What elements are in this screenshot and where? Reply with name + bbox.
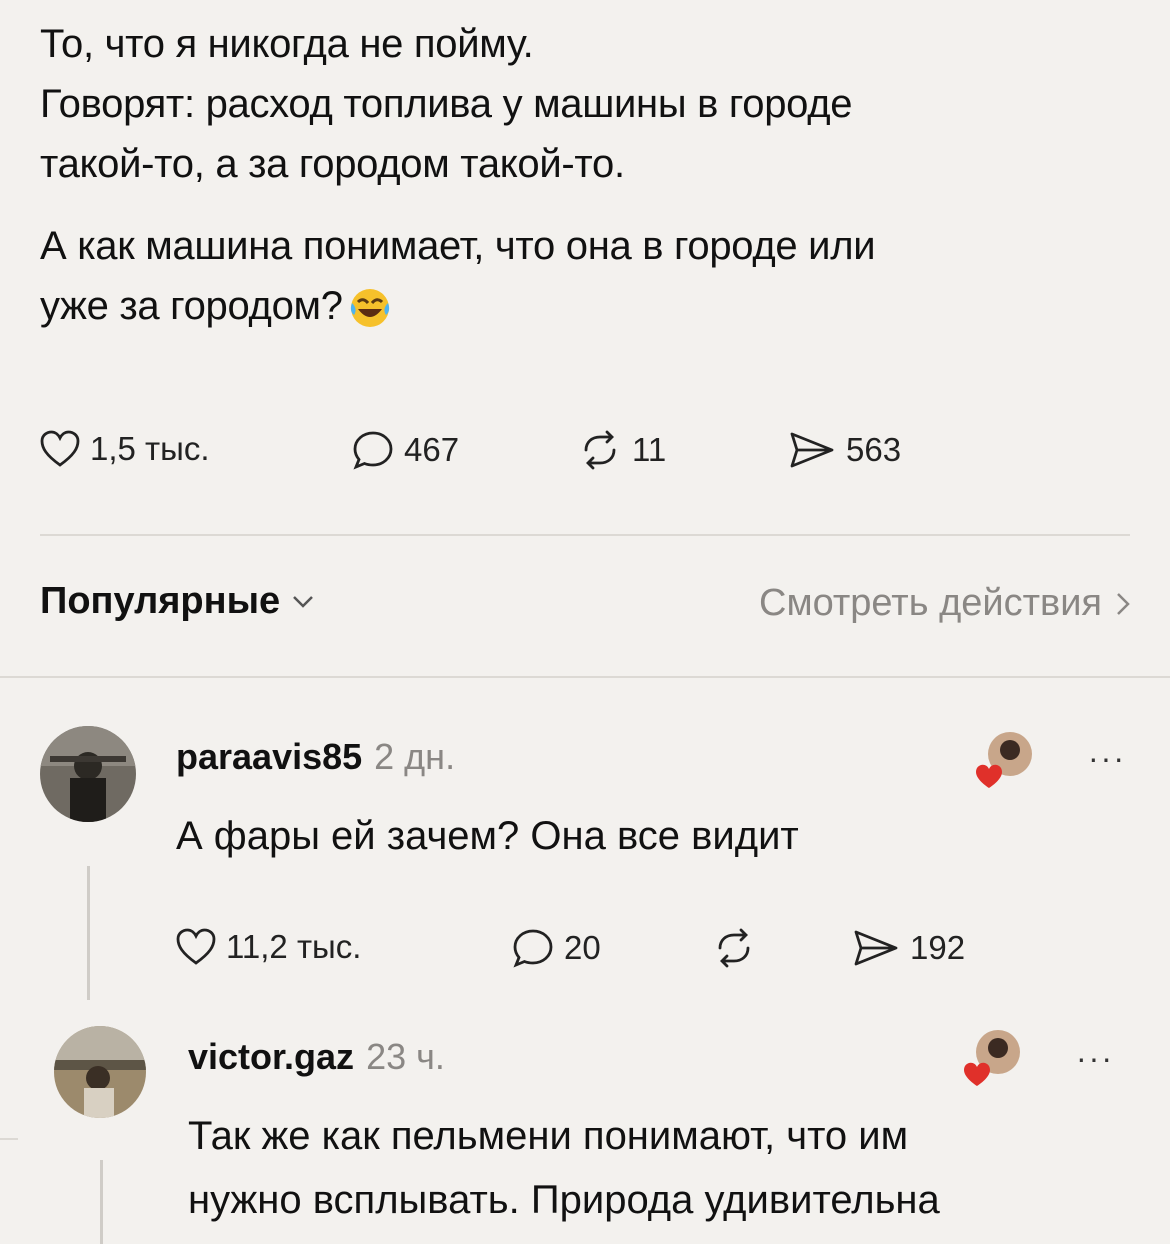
comment-1-like-count: 11,2 тыс. <box>226 928 362 965</box>
post-line-5: уже за городом? <box>40 276 1140 336</box>
thread-line <box>87 866 90 1000</box>
post-line-4: А как машина понимает, что она в городе … <box>40 224 876 268</box>
avatar[interactable] <box>54 1026 146 1118</box>
post-line-3: такой-то, а за городом такой-то. <box>40 142 625 186</box>
repost-icon <box>718 928 750 968</box>
comment-1-username[interactable]: paraavis85 <box>176 736 362 777</box>
laughing-emoji-icon <box>350 289 389 328</box>
author-avatar-heart-icon <box>964 1030 1020 1086</box>
comment-1-time: 2 дн. <box>374 736 456 777</box>
comment-2-username[interactable]: victor.gaz <box>188 1036 354 1077</box>
comment-1-like-button[interactable]: 11,2 тыс. <box>176 928 361 966</box>
divider <box>0 1138 18 1140</box>
more-options-button[interactable]: ··· <box>1076 1040 1114 1077</box>
heart-icon <box>40 430 80 467</box>
avatar[interactable] <box>40 726 136 822</box>
post-text: То, что я никогда не пойму. Говорят: рас… <box>40 14 1140 336</box>
author-avatar-heart-icon <box>976 732 1032 788</box>
share-button[interactable]: 563 <box>788 430 901 470</box>
comment-1-username-line: paraavis85 2 дн. <box>176 736 455 778</box>
avatar-image <box>40 726 136 822</box>
heart-icon <box>176 928 216 965</box>
chevron-right-icon <box>1117 592 1130 615</box>
comment-1-repost-button[interactable] <box>712 928 756 968</box>
divider <box>0 676 1170 678</box>
sort-dropdown[interactable]: Популярные <box>40 580 314 623</box>
post-line-1: То, что я никогда не пойму. <box>40 22 534 66</box>
view-actions-label: Смотреть действия <box>759 582 1102 624</box>
repost-count: 11 <box>632 431 667 468</box>
more-options-button[interactable]: ··· <box>1088 740 1126 777</box>
comment-1-reply-button[interactable]: 20 <box>512 928 601 968</box>
comment-2-text-line-1: Так же как пельмени понимают, что им <box>188 1114 909 1158</box>
repost-button[interactable]: 11 <box>578 430 666 470</box>
divider <box>40 534 1130 536</box>
view-actions-link[interactable]: Смотреть действия <box>759 582 1130 625</box>
send-icon <box>854 930 898 966</box>
comment-bubble-icon <box>353 431 393 470</box>
comment-1-share-count: 192 <box>910 929 966 966</box>
comment-2-username-line: victor.gaz 23 ч. <box>188 1036 445 1078</box>
post-line-2: Говорят: расход топлива у машины в город… <box>40 82 853 126</box>
author-liked-badge <box>972 728 1036 797</box>
chevron-down-icon <box>293 595 314 608</box>
comment-count: 467 <box>404 431 460 468</box>
send-icon <box>790 432 834 468</box>
avatar-image <box>54 1026 146 1118</box>
comment-2-time: 23 ч. <box>366 1036 445 1077</box>
comment-1-text: А фары ей зачем? Она все видит <box>176 814 799 858</box>
author-liked-badge <box>960 1026 1024 1095</box>
thread-line <box>100 1160 103 1244</box>
comment-bubble-icon <box>513 929 553 968</box>
like-count: 1,5 тыс. <box>90 430 210 467</box>
like-button[interactable]: 1,5 тыс. <box>40 430 210 468</box>
repost-icon <box>584 430 616 470</box>
post-line-5-text: уже за городом? <box>40 284 343 328</box>
comment-1-share-button[interactable]: 192 <box>852 928 965 968</box>
comment-1-reply-count: 20 <box>564 929 601 966</box>
comment-button[interactable]: 467 <box>352 430 459 470</box>
sort-label: Популярные <box>40 580 281 622</box>
share-count: 563 <box>846 431 902 468</box>
comment-2-text-line-2: нужно всплывать. Природа удивительна <box>188 1178 940 1222</box>
